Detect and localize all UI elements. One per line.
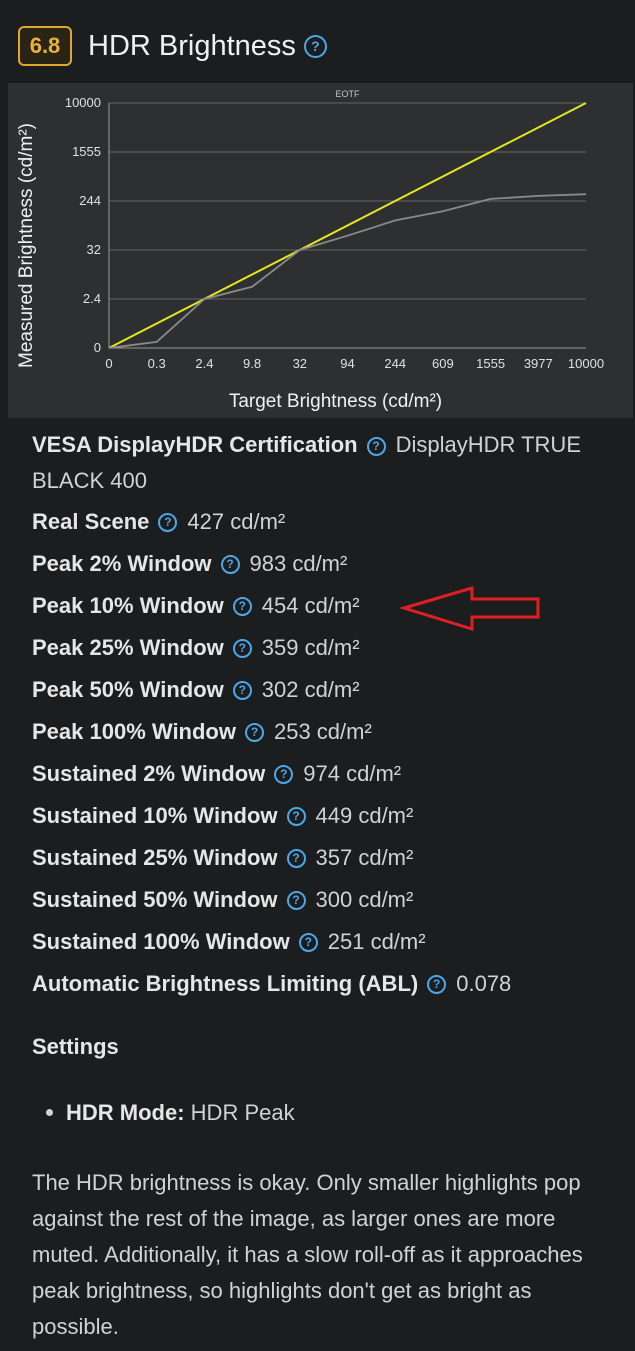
spec-row: Sustained 50% Window? 300 cd/m² <box>32 879 622 921</box>
spec-value: 0.078 <box>456 971 512 996</box>
eotf-chart: 0 2.4 32 244 1555 10000 0 0.3 2.4 9.8 32 94 244 609 15… <box>8 83 633 418</box>
section-header: 6.8 HDR Brightness ? <box>18 22 327 70</box>
help-icon[interactable]: ? <box>232 596 252 616</box>
help-icon[interactable]: ? <box>232 680 252 700</box>
left-arrow-icon <box>400 585 540 632</box>
bullet-dot <box>46 1108 53 1116</box>
spec-value: 983 cd/m² <box>249 551 348 576</box>
spec-label: VESA DisplayHDR Certification <box>32 432 358 457</box>
spec-row: Sustained 25% Window? 357 cd/m² <box>32 837 622 879</box>
x-tick-label: 94 <box>340 356 354 371</box>
settings-key: HDR Mode: <box>66 1100 185 1125</box>
x-tick-label: 244 <box>384 356 406 371</box>
spec-label: Sustained 100% Window <box>32 929 290 954</box>
help-icon[interactable]: ? <box>158 512 178 532</box>
spec-label: Peak 50% Window <box>32 677 224 702</box>
x-tick-label: 0.3 <box>148 356 166 371</box>
spec-list: VESA DisplayHDR Certification? DisplayHDR… <box>32 426 622 1005</box>
eotf-chart-svg: 0 2.4 32 244 1555 10000 0 0.3 2.4 9.8 32 94 244 609 15… <box>16 89 604 412</box>
spec-label: Peak 2% Window <box>32 551 212 576</box>
x-tick-label: 32 <box>293 356 307 371</box>
y-axis-label: Measured Brightness (cd/m²) <box>16 123 37 368</box>
y-tick-label: 0 <box>94 340 101 355</box>
spec-value: 449 cd/m² <box>315 803 414 828</box>
settings-item: HDR Mode: HDR Peak <box>46 1100 295 1126</box>
y-tick-label: 244 <box>79 193 101 208</box>
spec-label: Peak 100% Window <box>32 719 236 744</box>
help-icon[interactable]: ? <box>232 638 252 658</box>
spec-value: 300 cd/m² <box>315 887 414 912</box>
x-axis-label: Target Brightness (cd/m²) <box>229 391 442 412</box>
y-tick-label: 10000 <box>65 95 101 110</box>
spec-label: Peak 25% Window <box>32 635 224 660</box>
help-icon[interactable]: ? <box>286 806 306 826</box>
spec-label: Sustained 2% Window <box>32 761 266 786</box>
spec-row: Automatic Brightness Limiting (ABL)? 0.07… <box>32 963 622 1005</box>
spec-row: Peak 100% Window? 253 cd/m² <box>32 711 622 753</box>
help-icon[interactable]: ? <box>244 722 264 742</box>
spec-value: 357 cd/m² <box>315 845 414 870</box>
spec-value: 974 cd/m² <box>303 761 402 786</box>
help-icon[interactable]: ? <box>274 764 294 784</box>
y-tick-label: 32 <box>87 242 101 257</box>
spec-row: Sustained 10% Window? 449 cd/m² <box>32 795 622 837</box>
help-icon[interactable]: ? <box>286 890 306 910</box>
spec-label: Real Scene <box>32 509 150 534</box>
description-text: The HDR brightness is okay. Only smaller… <box>32 1170 583 1339</box>
y-tick-label: 1555 <box>72 144 101 159</box>
spec-label: Peak 10% Window <box>32 593 224 618</box>
spec-value: 302 cd/m² <box>261 677 360 702</box>
help-icon[interactable]: ? <box>366 436 386 456</box>
spec-value: 253 cd/m² <box>273 719 372 744</box>
help-icon[interactable]: ? <box>286 848 306 868</box>
x-tick-label: 0 <box>105 356 112 371</box>
y-tick-label: 2.4 <box>83 291 101 306</box>
help-icon[interactable]: ? <box>298 932 318 952</box>
section-title: HDR Brightness <box>88 29 296 62</box>
help-icon[interactable]: ? <box>303 34 327 58</box>
spec-row: Sustained 100% Window? 251 cd/m² <box>32 921 622 963</box>
spec-label: Automatic Brightness Limiting (ABL) <box>32 971 419 996</box>
chart-title: EOTF <box>336 89 361 99</box>
spec-value: 454 cd/m² <box>261 593 360 618</box>
score-badge: 6.8 <box>18 26 72 66</box>
x-tick-label: 2.4 <box>195 356 213 371</box>
x-tick-label: 9.8 <box>243 356 261 371</box>
spec-row: Sustained 2% Window? 974 cd/m² <box>32 753 622 795</box>
settings-heading: Settings <box>32 1034 119 1059</box>
spec-value: 427 cd/m² <box>187 509 286 534</box>
x-tick-label: 10000 <box>568 356 604 371</box>
spec-row: Peak 50% Window? 302 cd/m² <box>32 669 622 711</box>
x-tick-label: 3977 <box>524 356 553 371</box>
spec-row: VESA DisplayHDR Certification? DisplayHDR… <box>32 426 622 501</box>
help-icon[interactable]: ? <box>220 554 240 574</box>
spec-row: Peak 2% Window? 983 cd/m² <box>32 543 622 585</box>
spec-label: Sustained 25% Window <box>32 845 278 870</box>
x-tick-label: 1555 <box>476 356 505 371</box>
settings-value: HDR Peak <box>190 1100 295 1125</box>
x-tick-label: 609 <box>432 356 454 371</box>
spec-value: 251 cd/m² <box>327 929 426 954</box>
spec-label: Sustained 50% Window <box>32 887 278 912</box>
spec-label: Sustained 10% Window <box>32 803 278 828</box>
spec-row: Real Scene? 427 cd/m² <box>32 501 622 543</box>
help-icon[interactable]: ? <box>427 974 447 994</box>
spec-value: 359 cd/m² <box>261 635 360 660</box>
